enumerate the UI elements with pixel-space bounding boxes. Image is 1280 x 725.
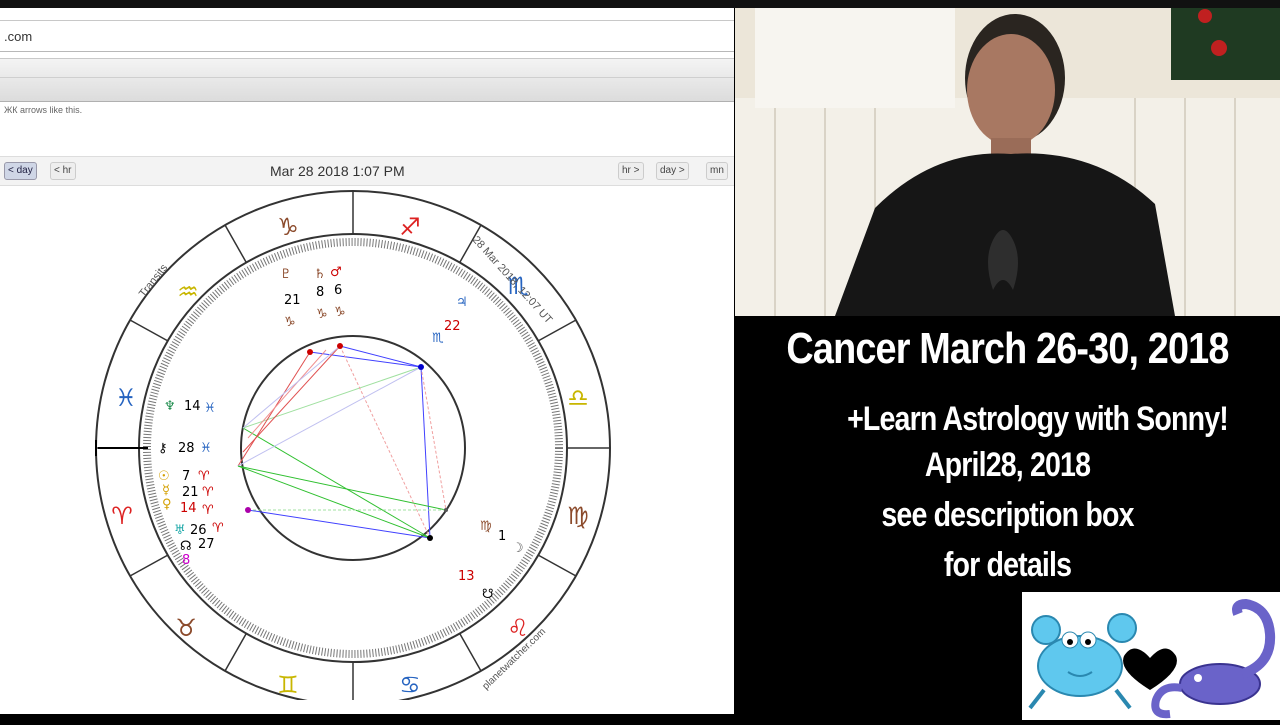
back-day-button[interactable]: < day <box>4 162 37 180</box>
address-bar[interactable]: .com <box>0 20 734 52</box>
jupiter-glyph: ♃ <box>456 295 468 310</box>
pluto-degree: 21 <box>284 293 301 308</box>
sun-glyph: ☉ <box>158 469 170 484</box>
transits-label: Transits <box>137 262 171 300</box>
virgo-glyph: ♍ <box>567 502 589 530</box>
chiron-glyph: ⚷ <box>158 441 168 456</box>
uranus-sign: ♈ <box>212 521 224 536</box>
venus-glyph: ♀ <box>162 497 172 512</box>
video-title: Cancer March 26-30, 2018 <box>786 324 1229 373</box>
uranus-degree: 26 <box>190 523 207 538</box>
gemini-glyph: ♊ <box>277 671 299 699</box>
hint-text: ЖК arrows like this. <box>4 105 83 115</box>
browser-window: .com ЖК arrows like this. < day < hr Mar… <box>0 8 734 714</box>
node-degree: 27 <box>198 537 215 552</box>
forward-minute-button[interactable]: mn <box>706 162 728 180</box>
s-node-glyph: ☋ <box>482 587 494 602</box>
cancer-glyph: ♋ <box>399 671 421 699</box>
saturn-sign: ♑ <box>316 307 328 322</box>
back-hour-button[interactable]: < hr <box>50 162 76 180</box>
promo-line-4: for details <box>943 546 1072 584</box>
pluto-sign: ♑ <box>284 315 296 330</box>
forward-day-button[interactable]: day > <box>656 162 689 180</box>
capricorn-glyph: ♑ <box>277 213 299 241</box>
pluto-glyph: ♇ <box>280 267 292 282</box>
promo-line-3: see description box <box>881 496 1134 534</box>
chiron-sign: ♓ <box>200 441 212 456</box>
astrology-chart-wheel: ♑ ♐ ♏ ♎ ♍ ♌ ♋ ♊ ♉ ♈ ♓ ♒ Transits 28 Mar … <box>95 190 611 700</box>
saturn-degree: 8 <box>316 285 324 300</box>
address-bar-text[interactable]: .com <box>4 29 32 44</box>
top-letterbox <box>0 0 1280 8</box>
promo-line-2: April28, 2018 <box>924 446 1091 484</box>
neptune-degree: 14 <box>184 399 201 414</box>
lilith-degree: 8 <box>182 553 190 568</box>
saturn-glyph: ♄ <box>314 267 326 282</box>
mars-sign: ♑ <box>334 305 346 320</box>
jupiter-sign: ♏ <box>432 331 444 346</box>
planet-positions: ♇ 21 ♑ ♄ 8 ♑ ♂ 6 ♑ ♃ 22 ♏ ♆ 14 ♓ ⚷ 28 ♓ … <box>158 265 524 602</box>
toolbar-divider <box>0 77 734 78</box>
node-glyph: ☊ <box>180 539 192 554</box>
promo-line-1: +Learn Astrology with Sonny! <box>847 400 1229 438</box>
libra-glyph: ♎ <box>567 384 589 412</box>
uranus-glyph: ♅ <box>174 523 186 538</box>
chart-time-label: 28 Mar 2018, 12:07 UT <box>470 234 555 326</box>
aries-glyph: ♈ <box>111 502 133 530</box>
sticker-art <box>1028 598 1276 719</box>
mercury-degree: 21 <box>182 485 199 500</box>
chiron-degree: 28 <box>178 441 195 456</box>
outer-ring <box>95 190 611 700</box>
leo-glyph: ♌ <box>507 614 529 642</box>
cancer-scorpio-sticker <box>1022 592 1280 720</box>
chart-time-navigation: < day < hr Mar 28 2018 1:07 PM hr > day … <box>0 156 734 186</box>
taurus-glyph: ♉ <box>175 614 197 642</box>
moon-glyph: ☽ <box>512 541 524 556</box>
mercury-glyph: ☿ <box>162 483 170 498</box>
pisces-glyph: ♓ <box>115 384 137 412</box>
mercury-sign: ♈ <box>202 485 214 500</box>
chart-datetime: Mar 28 2018 1:07 PM <box>270 163 405 179</box>
jupiter-degree: 22 <box>444 319 461 334</box>
moon-sign: ♍ <box>480 519 492 534</box>
s-node-degree: 13 <box>458 569 475 584</box>
crab-icon <box>1028 613 1137 710</box>
toolbar <box>0 58 734 102</box>
sagittarius-glyph: ♐ <box>399 213 421 241</box>
webcam-scene <box>735 8 1280 316</box>
neptune-glyph: ♆ <box>164 399 176 414</box>
neptune-sign: ♓ <box>204 401 216 416</box>
sun-degree: 7 <box>182 469 190 484</box>
sign-dividers <box>96 191 610 700</box>
moon-degree: 1 <box>498 529 506 544</box>
forward-hour-button[interactable]: hr > <box>618 162 644 180</box>
venus-sign: ♈ <box>202 503 214 518</box>
sun-sign: ♈ <box>198 469 210 484</box>
webcam-video <box>735 8 1280 316</box>
mars-degree: 6 <box>334 283 342 298</box>
aquarius-glyph: ♒ <box>177 278 199 306</box>
mars-glyph: ♂ <box>330 265 342 280</box>
venus-degree: 14 <box>180 501 197 516</box>
